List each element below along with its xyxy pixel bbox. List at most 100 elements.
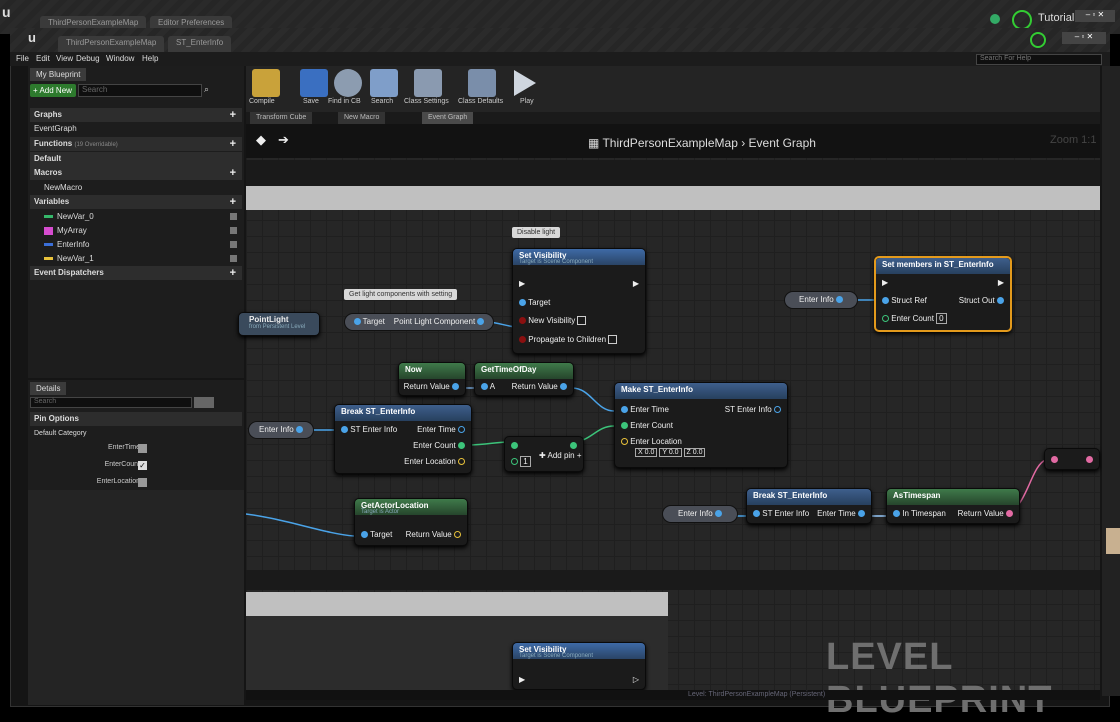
my-blueprint-tab[interactable]: My Blueprint [30, 68, 87, 81]
menu-file[interactable]: File [16, 54, 29, 63]
return-value-pin[interactable]: Return Value [406, 530, 461, 539]
add-dispatcher-icon[interactable]: + [230, 266, 236, 280]
now-node[interactable]: Now Return Value [398, 362, 466, 396]
enterlocation-checkbox[interactable] [138, 478, 147, 487]
x-field[interactable]: X 0.0 [635, 448, 658, 457]
entercount-checkbox[interactable]: ✓ [138, 461, 147, 470]
as-timespan-node[interactable]: AsTimespan In Timespan Return Value [886, 488, 1020, 524]
help-search-input[interactable]: Search For Help [976, 54, 1102, 65]
break-st-enterinfo-node[interactable]: Break ST_EnterInfo ST Enter Info Enter T… [746, 488, 872, 524]
menu-view[interactable]: View [56, 54, 73, 63]
return-value-pin[interactable]: Return Value [512, 382, 567, 391]
compile-icon[interactable] [252, 69, 280, 97]
mybp-search-input[interactable]: Search [78, 84, 202, 97]
menu-edit[interactable]: Edit [36, 54, 50, 63]
location-xyz-fields[interactable]: X 0.0 Y 0.0 Z 0.0 [635, 448, 706, 457]
input-pin[interactable] [1051, 455, 1058, 464]
struct-out-pin[interactable]: Struct Out [959, 296, 1004, 305]
target-pin[interactable]: Target [519, 298, 550, 307]
menu-debug[interactable]: Debug [76, 54, 100, 63]
break-st-enterinfo-node[interactable]: Break ST_EnterInfo ST Enter Info Enter T… [334, 404, 472, 474]
add-int-node[interactable]: 1 ✚ Add pin + [504, 436, 584, 472]
class-settings-icon[interactable] [414, 69, 442, 97]
doc-tab-transform-cube[interactable]: Transform Cube [250, 112, 313, 124]
variable-item[interactable]: NewVar_0 [30, 210, 242, 224]
section-graphs[interactable]: Graphs + [30, 108, 242, 122]
target-pin[interactable]: Target [361, 530, 392, 539]
enter-info-getter[interactable]: Enter Info [662, 505, 738, 523]
details-view-options[interactable] [194, 397, 214, 408]
exec-out-pin[interactable]: ▶ [633, 279, 639, 288]
macro-item-newmacro[interactable]: NewMacro [30, 181, 242, 195]
a-pin[interactable]: A [481, 382, 495, 391]
struct-ref-pin[interactable]: Struct Ref [882, 296, 927, 305]
enter-time-out-pin[interactable]: Enter Time [817, 509, 865, 518]
eye-icon[interactable] [230, 227, 237, 234]
b-pin[interactable]: 1 [511, 456, 531, 467]
section-default[interactable]: Default [30, 152, 242, 166]
section-macros[interactable]: Macros + [30, 166, 242, 180]
find-in-cb-icon[interactable] [334, 69, 362, 97]
string-append-node[interactable] [1044, 448, 1100, 470]
comment-bubble[interactable]: Disable light [512, 227, 561, 238]
exec-in-pin[interactable]: ▶ [519, 675, 525, 684]
st-enter-info-in-pin[interactable]: ST Enter Info [341, 425, 397, 434]
add-macro-icon[interactable]: + [230, 166, 236, 180]
eye-icon[interactable] [230, 241, 237, 248]
new-visibility-pin[interactable]: New Visibility [519, 316, 587, 326]
details-search-input[interactable]: Search [30, 397, 192, 408]
details-tab[interactable]: Details [30, 382, 67, 395]
section-pin-options[interactable]: Pin Options [30, 412, 242, 426]
section-variables[interactable]: Variables + [30, 195, 242, 209]
a-pin[interactable] [511, 441, 518, 450]
entertime-checkbox[interactable] [138, 444, 147, 453]
result-pin[interactable] [570, 441, 577, 450]
inner-tab-map[interactable]: ThirdPersonExampleMap [58, 36, 165, 52]
enter-count-out-pin[interactable]: Enter Count [413, 441, 465, 450]
default-category[interactable]: Default Category [30, 427, 242, 441]
search-icon[interactable] [370, 69, 398, 97]
class-defaults-icon[interactable] [468, 69, 496, 97]
b-value[interactable]: 1 [520, 456, 531, 467]
variable-item[interactable]: NewVar_1 [30, 252, 242, 266]
z-field[interactable]: Z 0.0 [683, 448, 706, 457]
checkbox[interactable] [608, 335, 618, 345]
get-time-of-day-node[interactable]: GetTimeOfDay A Return Value [474, 362, 574, 396]
enter-location-out-pin[interactable]: Enter Location [404, 457, 465, 466]
enter-location-pin[interactable]: Enter Location [621, 437, 682, 446]
set-members-node[interactable]: Set members in ST_EnterInfo ▶ ▶ Struct R… [874, 256, 1012, 332]
eye-icon[interactable] [230, 213, 237, 220]
enter-count-pin[interactable]: Enter Count 0 [882, 313, 947, 324]
enter-count-value[interactable]: 0 [936, 313, 947, 324]
inner-tab-struct[interactable]: ST_EnterInfo [168, 36, 232, 52]
window-controls[interactable]: – ▫ ✕ [1075, 10, 1115, 22]
exec-out-pin[interactable]: ▷ [633, 675, 639, 684]
tutorial-label[interactable]: Tutorial [1038, 12, 1074, 24]
make-st-enterinfo-node[interactable]: Make ST_EnterInfo Enter Time ST Enter In… [614, 382, 788, 468]
pointlight-ref-node[interactable]: PointLight from Persistent Level [238, 312, 320, 336]
menu-window[interactable]: Window [106, 54, 134, 63]
set-visibility-node[interactable]: Set Visibility Target is Scene Component … [512, 642, 646, 690]
menu-help[interactable]: Help [142, 54, 158, 63]
add-function-icon[interactable]: + [230, 137, 236, 151]
add-graph-icon[interactable]: + [230, 108, 236, 122]
st-enter-info-in-pin[interactable]: ST Enter Info [753, 509, 809, 518]
section-functions[interactable]: Functions (19 Overridable) + [30, 137, 242, 151]
doc-tab-new-macro[interactable]: New Macro [338, 112, 386, 124]
enter-time-out-pin[interactable]: Enter Time [417, 425, 465, 434]
add-new-button[interactable]: + Add New [30, 84, 76, 97]
add-variable-icon[interactable]: + [230, 195, 236, 209]
enter-info-getter[interactable]: Enter Info [248, 421, 314, 439]
get-pointlight-component-node[interactable]: Target Point Light Component [344, 313, 494, 331]
enter-count-pin[interactable]: Enter Count [621, 421, 673, 430]
save-icon[interactable] [300, 69, 328, 97]
in-timespan-pin[interactable]: In Timespan [893, 509, 946, 518]
eye-icon[interactable] [230, 255, 237, 262]
output-pin[interactable] [1086, 455, 1093, 464]
return-value-pin[interactable]: Return Value [958, 509, 1013, 518]
add-pin-button[interactable]: ✚ Add pin + [539, 451, 582, 460]
doc-tab-event-graph[interactable]: Event Graph [422, 112, 474, 124]
get-actor-location-node[interactable]: GetActorLocation Target is Actor Target R… [354, 498, 468, 546]
enter-info-getter[interactable]: Enter Info [784, 291, 858, 309]
inner-window-controls[interactable]: – ▫ ✕ [1062, 32, 1106, 44]
